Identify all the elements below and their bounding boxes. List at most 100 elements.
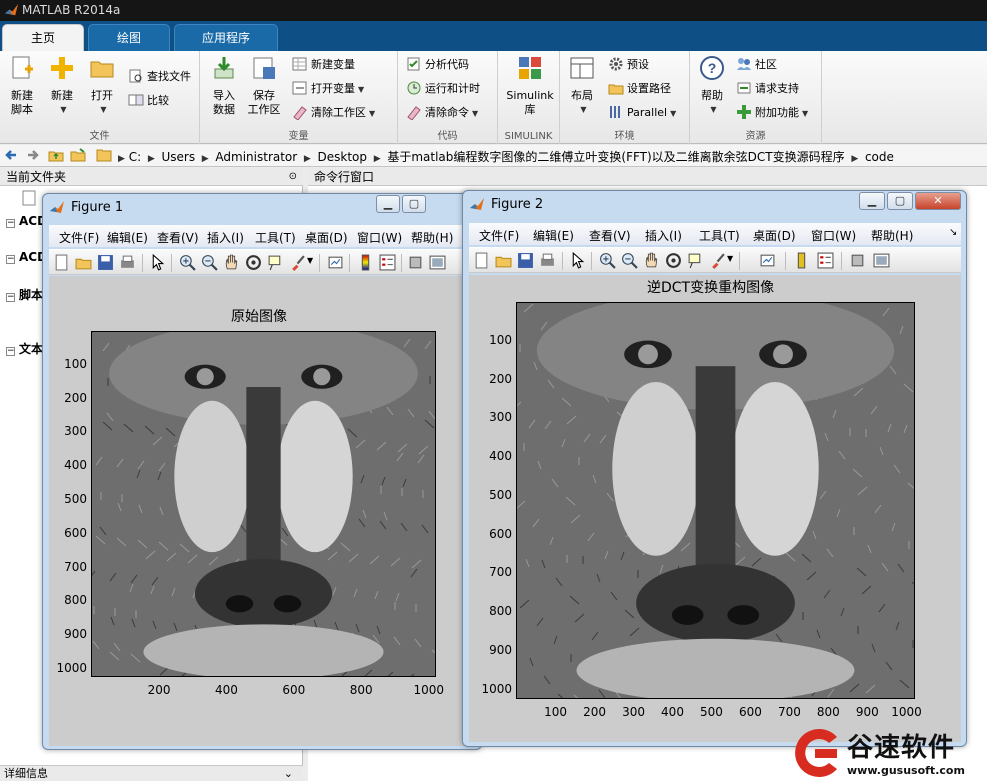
tree-item-text[interactable]: − 文本 bbox=[6, 340, 43, 357]
breadcrumb-item-drive[interactable]: C: bbox=[129, 150, 141, 164]
run-and-time-button[interactable]: 运行和计时 bbox=[406, 79, 480, 99]
clear-commands-button[interactable]: 清除命令 ▼ bbox=[406, 103, 478, 123]
print-icon[interactable] bbox=[539, 252, 556, 269]
new-button[interactable]: 新建 ▼ bbox=[42, 55, 82, 117]
menu-dock-icon[interactable]: ↘ bbox=[949, 227, 957, 238]
menu-help[interactable]: 帮助(H) bbox=[411, 229, 453, 246]
preferences-button[interactable]: 预设 bbox=[608, 55, 649, 75]
menu-desktop[interactable]: 桌面(D) bbox=[753, 227, 796, 244]
pointer-icon[interactable] bbox=[149, 254, 166, 271]
compare-button[interactable]: 比较 bbox=[128, 91, 169, 111]
breadcrumb-item-project[interactable]: 基于matlab编程数字图像的二维傅立叶变换(FFT)以及二维离散余弦DCT变换… bbox=[387, 150, 844, 164]
menu-file[interactable]: 文件(F) bbox=[479, 227, 519, 244]
help-button[interactable]: ? 帮助 ▼ bbox=[692, 55, 732, 117]
menu-view[interactable]: 查看(V) bbox=[589, 227, 631, 244]
collapse-icon[interactable]: − bbox=[6, 293, 15, 302]
brush-icon[interactable] bbox=[289, 254, 306, 271]
panel-menu-icon[interactable]: ⊙ bbox=[289, 168, 297, 186]
link-plot-icon[interactable] bbox=[327, 254, 344, 271]
zoom-out-icon[interactable] bbox=[201, 254, 218, 271]
menu-view[interactable]: 查看(V) bbox=[157, 229, 199, 246]
show-plot-tools-icon[interactable] bbox=[873, 252, 890, 269]
menu-help[interactable]: 帮助(H) bbox=[871, 227, 913, 244]
rotate-3d-icon[interactable] bbox=[245, 254, 262, 271]
rotate-3d-icon[interactable] bbox=[665, 252, 682, 269]
minimize-button[interactable]: ▁ bbox=[859, 192, 885, 210]
tree-item-scripts[interactable]: − 脚本 bbox=[6, 286, 43, 303]
hide-plot-tools-icon[interactable] bbox=[849, 252, 866, 269]
breadcrumb-item-desktop[interactable]: Desktop bbox=[318, 150, 368, 164]
request-support-button[interactable]: 请求支持 bbox=[736, 79, 799, 99]
show-plot-tools-icon[interactable] bbox=[429, 254, 446, 271]
clear-workspace-button[interactable]: 清除工作区 ▼ bbox=[292, 103, 375, 123]
menu-window[interactable]: 窗口(W) bbox=[357, 229, 402, 246]
new-figure-icon[interactable] bbox=[473, 252, 490, 269]
brush-icon[interactable] bbox=[709, 252, 726, 269]
menu-window[interactable]: 窗口(W) bbox=[811, 227, 856, 244]
original-image-axes[interactable] bbox=[91, 331, 436, 677]
parallel-button[interactable]: Parallel ▼ bbox=[608, 103, 676, 123]
community-button[interactable]: 社区 bbox=[736, 55, 777, 75]
set-path-button[interactable]: 设置路径 bbox=[608, 79, 671, 99]
menu-insert[interactable]: 插入(I) bbox=[207, 229, 244, 246]
data-cursor-icon[interactable] bbox=[267, 254, 284, 271]
colorbar-icon[interactable] bbox=[793, 252, 810, 269]
save-icon[interactable] bbox=[517, 252, 534, 269]
simulink-library-button[interactable]: Simulink 库 bbox=[506, 55, 554, 117]
pan-icon[interactable] bbox=[643, 252, 660, 269]
figure-1-titlebar[interactable]: Figure 1 ▁ ▢ bbox=[43, 194, 481, 220]
data-cursor-icon[interactable] bbox=[687, 252, 704, 269]
menu-desktop[interactable]: 桌面(D) bbox=[305, 229, 348, 246]
menu-edit[interactable]: 编辑(E) bbox=[107, 229, 148, 246]
new-figure-icon[interactable] bbox=[53, 254, 70, 271]
tree-item-acd-2[interactable]: − ACD bbox=[6, 250, 47, 264]
figure-2-titlebar[interactable]: Figure 2 ▁ ▢ ✕ bbox=[463, 191, 966, 217]
open-file-icon[interactable] bbox=[495, 252, 512, 269]
save-workspace-button[interactable]: 保存 工作区 bbox=[244, 55, 284, 117]
legend-icon[interactable] bbox=[817, 252, 834, 269]
tab-apps[interactable]: 应用程序 bbox=[174, 24, 278, 51]
breadcrumb-item-users[interactable]: Users bbox=[161, 150, 195, 164]
link-plot-icon[interactable] bbox=[759, 252, 776, 269]
collapse-icon[interactable]: − bbox=[6, 255, 15, 264]
colorbar-icon[interactable] bbox=[357, 254, 374, 271]
chevron-down-icon[interactable]: ▼ bbox=[727, 254, 733, 263]
open-variable-button[interactable]: 打开变量 ▼ bbox=[292, 79, 364, 99]
browse-folder-icon[interactable] bbox=[70, 147, 86, 163]
legend-icon[interactable] bbox=[379, 254, 396, 271]
up-folder-icon[interactable] bbox=[48, 147, 64, 163]
close-button[interactable]: ✕ bbox=[915, 192, 961, 210]
menu-insert[interactable]: 插入(I) bbox=[645, 227, 682, 244]
pan-icon[interactable] bbox=[223, 254, 240, 271]
open-file-icon[interactable] bbox=[75, 254, 92, 271]
maximize-button[interactable]: ▢ bbox=[887, 192, 913, 210]
tab-home[interactable]: 主页 bbox=[2, 24, 84, 51]
open-button[interactable]: 打开 ▼ bbox=[82, 55, 122, 117]
collapse-icon[interactable]: − bbox=[6, 219, 15, 228]
save-icon[interactable] bbox=[97, 254, 114, 271]
details-header[interactable]: 详细信息 ⌄ bbox=[0, 765, 303, 781]
find-files-button[interactable]: 查找文件 bbox=[128, 67, 191, 87]
minimize-button[interactable]: ▁ bbox=[376, 195, 400, 213]
chevron-down-icon[interactable]: ▼ bbox=[307, 256, 313, 265]
menu-tools[interactable]: 工具(T) bbox=[255, 229, 296, 246]
zoom-in-icon[interactable] bbox=[599, 252, 616, 269]
tab-plots[interactable]: 绘图 bbox=[88, 24, 170, 51]
zoom-out-icon[interactable] bbox=[621, 252, 638, 269]
breadcrumb-item-code[interactable]: code bbox=[865, 150, 894, 164]
menu-edit[interactable]: 编辑(E) bbox=[533, 227, 574, 244]
collapse-icon[interactable]: − bbox=[6, 347, 15, 356]
forward-icon[interactable] bbox=[24, 147, 40, 163]
back-icon[interactable] bbox=[4, 147, 20, 163]
menu-tools[interactable]: 工具(T) bbox=[699, 227, 740, 244]
menu-file[interactable]: 文件(F) bbox=[59, 229, 99, 246]
layout-button[interactable]: 布局 ▼ bbox=[562, 55, 602, 117]
chevron-down-icon[interactable]: ⌄ bbox=[284, 766, 293, 781]
zoom-in-icon[interactable] bbox=[179, 254, 196, 271]
maximize-button[interactable]: ▢ bbox=[402, 195, 426, 213]
pointer-icon[interactable] bbox=[569, 252, 586, 269]
new-script-button[interactable]: 新建 脚本 bbox=[2, 55, 42, 117]
hide-plot-tools-icon[interactable] bbox=[407, 254, 424, 271]
breadcrumb-item-administrator[interactable]: Administrator bbox=[215, 150, 297, 164]
add-ons-button[interactable]: 附加功能 ▼ bbox=[736, 103, 808, 123]
